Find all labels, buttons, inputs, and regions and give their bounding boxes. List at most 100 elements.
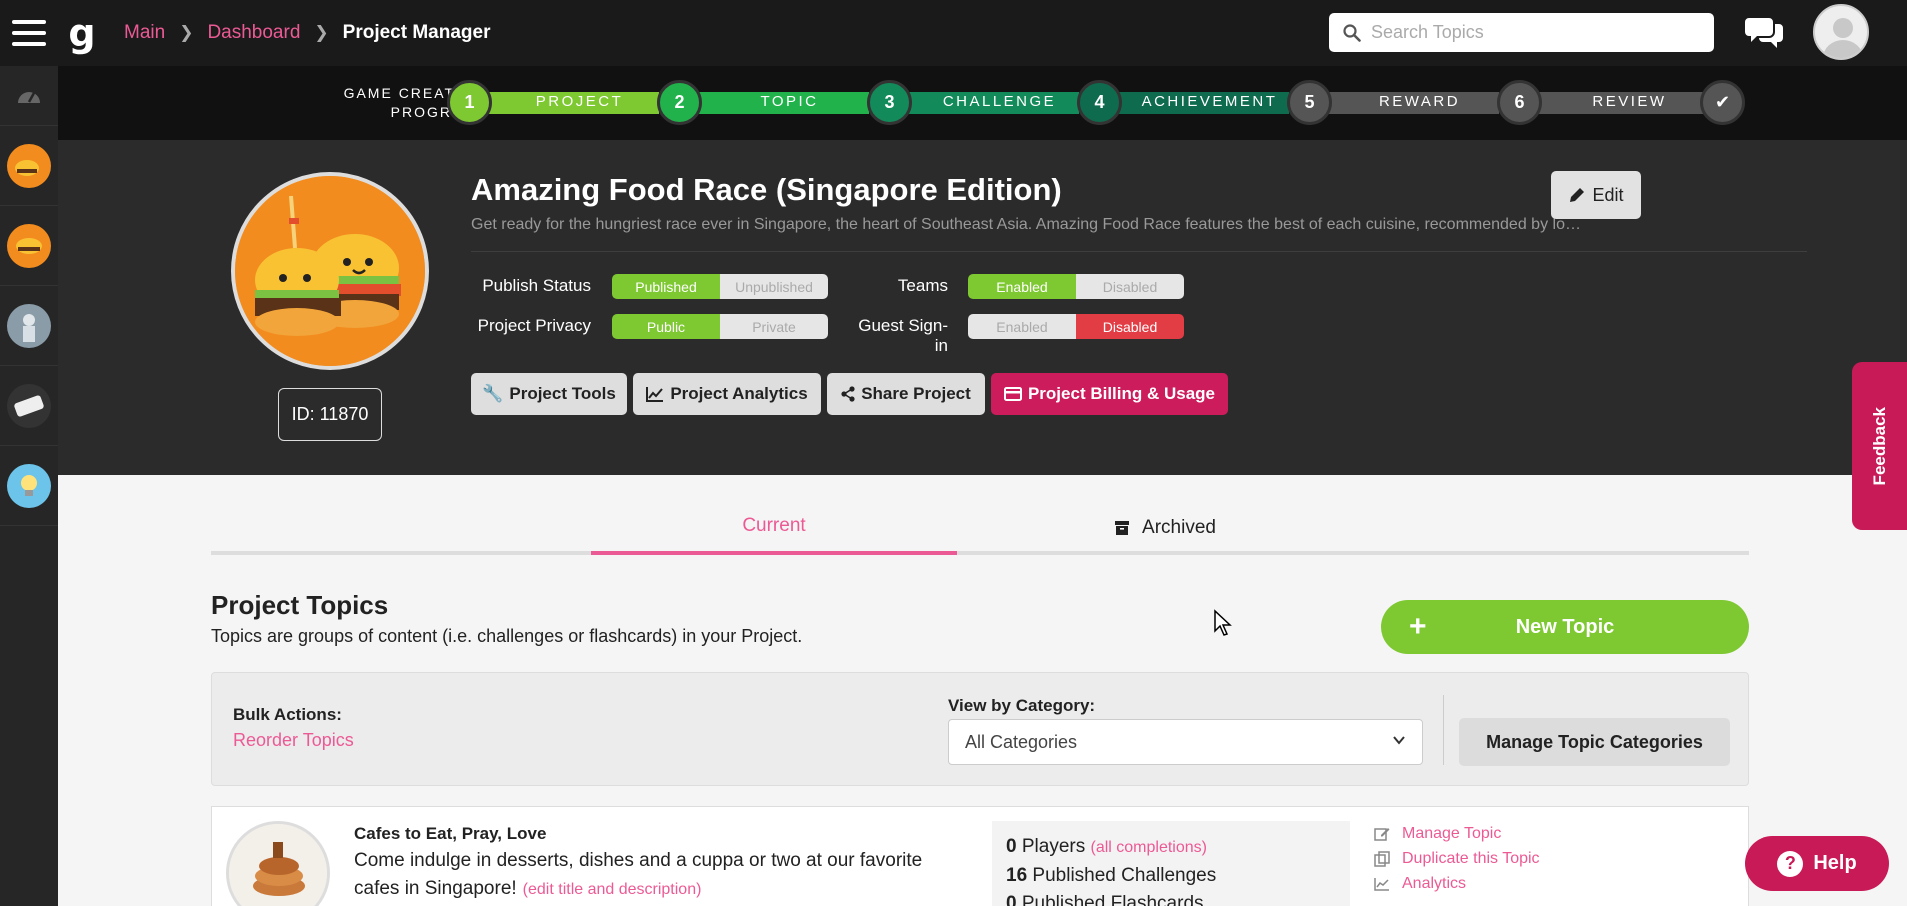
new-topic-button[interactable]: + New Topic: [1381, 600, 1749, 654]
project-thumbnail: [7, 143, 51, 188]
sidebar-project-thumb-5[interactable]: [0, 446, 58, 526]
topic-tabs: Current Archived: [211, 500, 1749, 555]
challenges-stat: 16 Published Challenges: [1006, 862, 1336, 890]
toggle-published[interactable]: Published: [612, 274, 720, 299]
hamburger-menu-icon[interactable]: [0, 0, 58, 66]
project-billing-button[interactable]: Project Billing & Usage: [991, 373, 1228, 415]
feedback-tab[interactable]: Feedback: [1852, 362, 1907, 530]
challenges-label: Published Challenges: [1032, 865, 1217, 886]
manage-topic-categories-button[interactable]: Manage Topic Categories: [1459, 718, 1730, 766]
topic-stats: 0 Players (all completions) 16 Published…: [992, 821, 1350, 906]
project-analytics-button[interactable]: Project Analytics: [633, 373, 821, 415]
project-tools-label: Project Tools: [509, 384, 616, 403]
reorder-topics-link[interactable]: Reorder Topics: [233, 730, 354, 751]
toggle-unpublished[interactable]: Unpublished: [720, 274, 828, 299]
search-box[interactable]: [1329, 13, 1714, 52]
progress-step-reward[interactable]: 5 REWARD: [1287, 80, 1499, 125]
breadcrumb-main[interactable]: Main: [124, 22, 165, 44]
dashboard-gauge-icon[interactable]: [0, 66, 58, 126]
project-header: ID: 11870 Amazing Food Race (Singapore E…: [58, 140, 1907, 475]
topic-description: Come indulge in desserts, dishes and a c…: [354, 847, 964, 904]
progress-step-project[interactable]: 1 PROJECT: [447, 80, 659, 125]
progress-step-label: REVIEW: [1592, 93, 1667, 110]
search-icon: [1343, 23, 1361, 42]
tab-archived-label: Archived: [1142, 516, 1216, 538]
progress-step-number: 5: [1287, 80, 1332, 125]
progress-step-challenge[interactable]: 3 CHALLENGE: [867, 80, 1079, 125]
new-topic-label: New Topic: [1515, 615, 1615, 638]
project-avatar: [231, 172, 429, 370]
toggle-public[interactable]: Public: [612, 314, 720, 339]
publish-status-toggle[interactable]: Published Unpublished: [612, 274, 828, 299]
guest-signin-toggle[interactable]: Enabled Disabled: [968, 314, 1184, 339]
sidebar-project-thumb-4[interactable]: [0, 366, 58, 446]
progress-step-topic[interactable]: 2 TOPIC: [657, 80, 869, 125]
toggle-guest-enabled[interactable]: Enabled: [968, 314, 1076, 339]
players-stat: 0 Players (all completions): [1006, 833, 1336, 862]
edit-button-label: Edit: [1592, 184, 1624, 205]
tab-current-label: Current: [742, 514, 806, 536]
progress-step-number: 6: [1497, 80, 1542, 125]
project-title: Amazing Food Race (Singapore Edition): [471, 172, 1062, 207]
toggle-private[interactable]: Private: [720, 314, 828, 339]
left-sidebar: [0, 66, 58, 906]
all-completions-link[interactable]: (all completions): [1091, 839, 1207, 856]
project-tools-button[interactable]: 🔧 Project Tools: [471, 373, 627, 415]
bulk-actions-label: Bulk Actions:: [233, 705, 342, 724]
progress-step-number: 1: [447, 80, 492, 125]
breadcrumb-current: Project Manager: [342, 22, 491, 43]
publish-status-label: Publish Status: [482, 276, 591, 295]
chevron-right-icon: ❯: [179, 23, 194, 42]
share-project-button[interactable]: Share Project: [827, 373, 985, 415]
check-icon: ✔: [1700, 80, 1745, 125]
progress-step-review[interactable]: 6 REVIEW: [1497, 80, 1709, 125]
edit-title-description-link[interactable]: (edit title and description): [523, 881, 702, 898]
project-thumbnail: [7, 463, 51, 508]
bulk-actions-panel: Bulk Actions: Reorder Topics View by Cat…: [211, 672, 1749, 786]
app-logo[interactable]: g: [60, 0, 104, 66]
plus-icon: +: [1409, 610, 1427, 643]
flashcards-label: Published Flashcards: [1021, 893, 1204, 906]
topic-title: Cafes to Eat, Pray, Love: [354, 824, 547, 843]
edit-square-icon: [1374, 827, 1390, 841]
line-chart-icon: [1374, 877, 1389, 891]
manage-topic-label: Manage Topic: [1402, 824, 1502, 842]
topic-analytics-link[interactable]: Analytics: [1374, 871, 1540, 896]
wrench-icon: 🔧: [482, 384, 504, 403]
help-button[interactable]: ? Help: [1745, 836, 1889, 891]
edit-project-button[interactable]: Edit: [1551, 171, 1641, 219]
breadcrumb: Main ❯ Dashboard ❯ Project Manager: [124, 22, 490, 44]
chat-icon[interactable]: [1745, 14, 1785, 50]
project-privacy-toggle[interactable]: Public Private: [612, 314, 828, 339]
duplicate-topic-link[interactable]: Duplicate this Topic: [1374, 846, 1540, 871]
manage-topic-link[interactable]: Manage Topic: [1374, 821, 1540, 846]
header-divider: [471, 251, 1807, 252]
topic-analytics-label: Analytics: [1402, 874, 1467, 892]
guest-signin-label: Guest Sign-in: [858, 316, 948, 355]
toggle-teams-enabled[interactable]: Enabled: [968, 274, 1076, 299]
user-avatar[interactable]: [1813, 4, 1869, 60]
challenges-count: 16: [1006, 865, 1028, 886]
category-select[interactable]: All Categories: [948, 719, 1423, 765]
progress-step-achievement[interactable]: 4 ACHIEVEMENT: [1077, 80, 1289, 125]
breadcrumb-dashboard[interactable]: Dashboard: [207, 22, 300, 44]
tab-current[interactable]: Current: [591, 500, 957, 555]
search-input[interactable]: [1371, 22, 1691, 43]
progress-final-step[interactable]: ✔: [1700, 80, 1745, 125]
project-description: Get ready for the hungriest race ever in…: [471, 216, 1581, 233]
topic-row: Cafes to Eat, Pray, Love Come indulge in…: [211, 806, 1749, 906]
toggle-teams-disabled[interactable]: Disabled: [1076, 274, 1184, 299]
sidebar-project-thumb-3[interactable]: [0, 286, 58, 366]
teams-toggle[interactable]: Enabled Disabled: [968, 274, 1184, 299]
project-thumbnail: [7, 223, 51, 268]
tab-archived[interactable]: Archived: [982, 500, 1348, 555]
teams-label: Teams: [897, 276, 948, 295]
toggle-guest-disabled[interactable]: Disabled: [1076, 314, 1184, 339]
sidebar-project-thumb-2[interactable]: [0, 206, 58, 286]
sidebar-project-thumb-1[interactable]: [0, 126, 58, 206]
progress-step-label: PROJECT: [535, 93, 624, 110]
progress-step-label: REWARD: [1378, 93, 1461, 110]
progress-step-label: TOPIC: [760, 93, 819, 110]
progress-step-number: 2: [657, 80, 702, 125]
question-icon: ?: [1777, 850, 1804, 877]
